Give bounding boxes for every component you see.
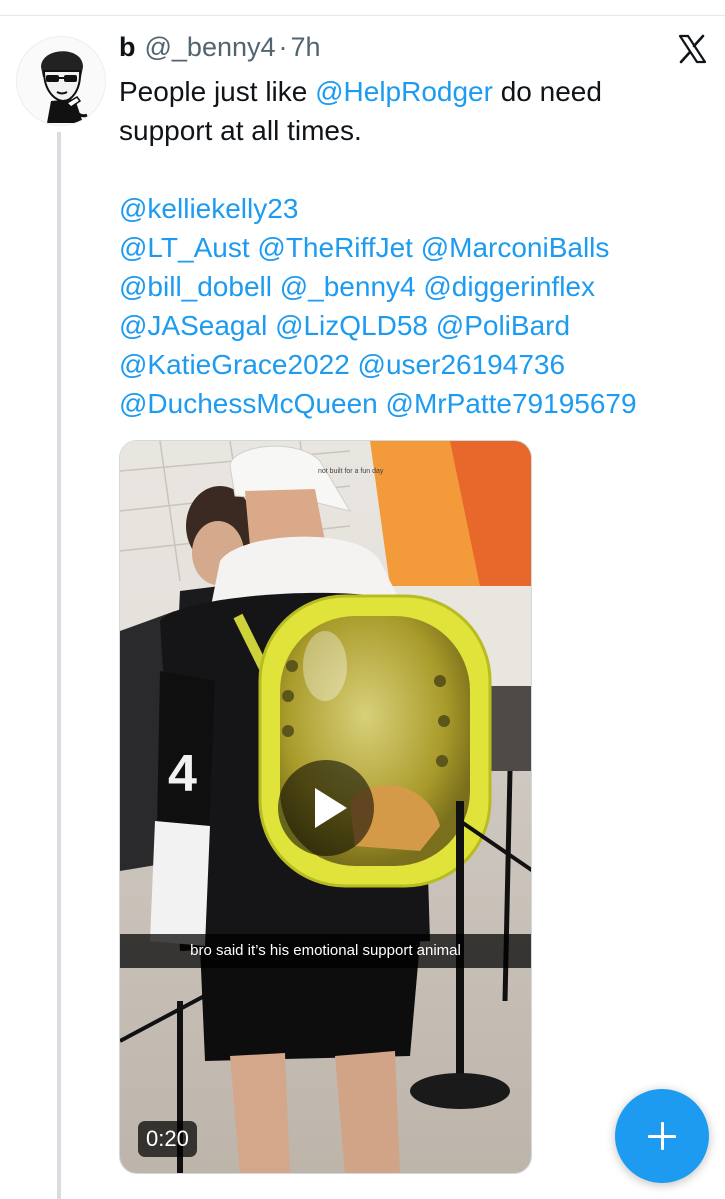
mention-link[interactable]: @LT_Aust @TheRiffJet @MarconiBalls xyxy=(119,232,609,263)
tweet-text-line: People just like @HelpRodger do need xyxy=(119,72,709,111)
mention-link[interactable]: @DuchessMcQueen @MrPatte79195679 xyxy=(119,388,637,419)
video-duration: 0:20 xyxy=(138,1121,197,1157)
play-icon[interactable] xyxy=(278,760,374,856)
thread-connector-line xyxy=(57,132,61,1199)
mention-link[interactable]: @bill_dobell @_benny4 @diggerinflex xyxy=(119,271,595,302)
mention-link[interactable]: @kelliekelly23 xyxy=(119,193,298,224)
tweet-text-line: @LT_Aust @TheRiffJet @MarconiBalls xyxy=(119,228,709,267)
tweet-text-line: @DuchessMcQueen @MrPatte79195679 xyxy=(119,384,709,423)
mention-link[interactable]: @KatieGrace2022 @user26194736 xyxy=(119,349,565,380)
plus-icon xyxy=(648,1122,676,1150)
tweet-text: People just like @HelpRodger do need supp… xyxy=(119,72,709,423)
user-handle[interactable]: @_benny4 xyxy=(145,32,276,63)
video-player[interactable]: not built for a fun day 4 bro said it’s … xyxy=(119,440,532,1174)
tweet-text-line: support at all times. xyxy=(119,111,709,150)
tweet-header: b @_benny4 · 7h xyxy=(119,32,321,72)
tweet-text-line: @bill_dobell @_benny4 @diggerinflex xyxy=(119,267,709,306)
mention-link[interactable]: @JASeagal @LizQLD58 @PoliBard xyxy=(119,310,570,341)
top-divider xyxy=(0,15,725,16)
tweet-text-segment: do need xyxy=(492,76,602,107)
timestamp[interactable]: 7h xyxy=(291,32,321,63)
mention-link[interactable]: @HelpRodger xyxy=(315,76,493,107)
tweet-text-segment: People just like xyxy=(119,76,316,107)
compose-button[interactable] xyxy=(615,1089,709,1183)
video-caption: bro said it’s his emotional support anim… xyxy=(120,934,531,968)
jersey-number: 4 xyxy=(168,745,197,803)
avatar-portrait-image xyxy=(41,51,88,123)
tweet-text-line: @JASeagal @LizQLD58 @PoliBard xyxy=(119,306,709,345)
avatar[interactable] xyxy=(16,36,106,126)
tweet-text-line xyxy=(119,150,709,189)
header-separator: · xyxy=(278,32,288,62)
display-name[interactable]: b xyxy=(119,32,136,63)
tweet-text-line: @KatieGrace2022 @user26194736 xyxy=(119,345,709,384)
tweet-text-line: @kelliekelly23 xyxy=(119,189,709,228)
x-logo-icon[interactable] xyxy=(677,34,707,64)
tweet-text-segment: support at all times. xyxy=(119,115,362,146)
cap-print: not built for a fun day xyxy=(318,468,384,475)
